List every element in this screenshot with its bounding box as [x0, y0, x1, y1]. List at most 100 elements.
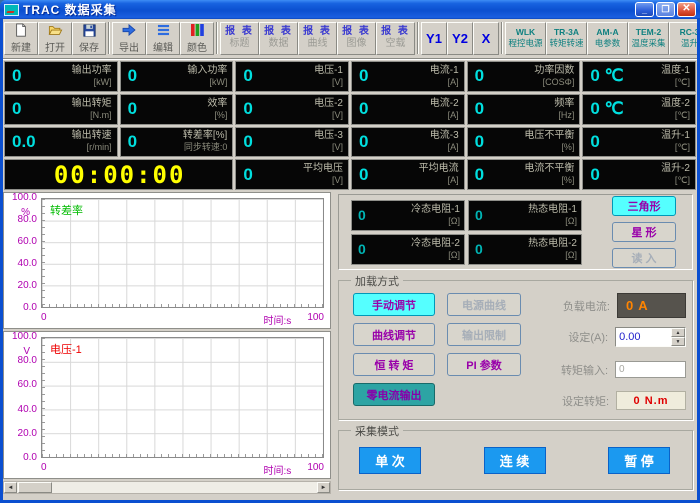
device-button-line1: TEM-2 [636, 27, 662, 38]
device-button-4[interactable]: TEM-2温度采集 [628, 22, 669, 55]
new-button[interactable]: 新建 [4, 22, 38, 55]
device-button-2[interactable]: TR-3A转矩转速 [546, 22, 587, 55]
meter-cell: 0电压-3[V] [235, 127, 349, 158]
report-button-5[interactable]: 报 表空载 [376, 22, 415, 55]
meter-unit: [r/min] [72, 142, 112, 153]
load-current-row: 负载电流: 0 A [543, 293, 686, 318]
loading-group-title: 加载方式 [351, 273, 403, 289]
loading-aux-button-3[interactable]: PI 参数 [447, 353, 521, 376]
right-panel: 0冷态电阻-1[Ω]0热态电阻-1[Ω]0冷态电阻-2[Ω]0热态电阻-2[Ω]… [332, 192, 697, 492]
loading-mode-button-1[interactable]: 手动调节 [353, 293, 435, 316]
open-folder-icon [48, 23, 63, 38]
export-button[interactable]: 导出 [112, 22, 146, 55]
series-legend: 电压-1 [50, 341, 82, 357]
meter-label: 输出转矩 [72, 98, 112, 110]
device-button-group: WLK程控电源TR-3A转矩转速AM-A电参数TEM-2温度采集RC-3温升 [505, 22, 697, 55]
meter-value: 0 [475, 66, 484, 86]
x-tick-start: 0 [41, 462, 47, 476]
device-button-line2: 转矩转速 [549, 38, 583, 49]
report-button-2[interactable]: 报 表数据 [259, 22, 298, 55]
color-button[interactable]: 颜色 [180, 22, 214, 55]
report-button-line2: 图像 [347, 38, 367, 51]
meter-unit: [Hz] [554, 110, 574, 121]
meter-unit: [COSΦ] [534, 77, 574, 88]
resistance-button-2[interactable]: 星 形 [612, 222, 676, 242]
collection-button-2[interactable]: 连 续 [484, 447, 546, 474]
device-button-3[interactable]: AM-A电参数 [587, 22, 628, 55]
minimize-icon[interactable]: _ [635, 2, 654, 17]
window-title: TRAC 数据采集 [23, 1, 117, 18]
set-current-spinner[interactable]: 0.00 ▲ ▼ [615, 327, 686, 347]
report-button-1[interactable]: 报 表标题 [220, 22, 259, 55]
set-current-value[interactable]: 0.00 [616, 328, 671, 346]
save-button[interactable]: 保存 [72, 22, 106, 55]
report-button-line2: 数据 [269, 38, 289, 51]
loading-aux-buttons: 电源曲线输出限制PI 参数 [447, 293, 521, 376]
resistance-value: 0 [475, 241, 483, 257]
report-button-group: 报 表标题报 表数据报 表曲线报 表图像报 表空载 [220, 22, 415, 55]
torque-input-field[interactable]: 0 [615, 361, 686, 378]
spinner-down-icon[interactable]: ▼ [671, 337, 685, 346]
x-tick-end: 100 [307, 462, 324, 476]
device-button-5[interactable]: RC-3温升 [669, 22, 697, 55]
loading-mode-button-4[interactable]: 零电流输出 [353, 383, 435, 406]
set-current-label: 设定(A): [543, 329, 608, 345]
meter-label: 电流-3 [430, 130, 459, 142]
axis-button-x[interactable]: X [473, 22, 499, 55]
loading-mode-button-2[interactable]: 曲线调节 [353, 323, 435, 346]
report-button-3[interactable]: 报 表曲线 [298, 22, 337, 55]
meter-label: 温升-2 [661, 163, 690, 175]
resistance-grid: 0冷态电阻-1[Ω]0热态电阻-1[Ω]0冷态电阻-2[Ω]0热态电阻-2[Ω] [351, 200, 582, 265]
report-button-line1: 报 表 [342, 26, 371, 39]
resistance-button-1[interactable]: 三角形 [612, 196, 676, 216]
meter-label: 效率 [207, 98, 227, 110]
scrollbar-thumb[interactable] [18, 482, 52, 493]
meter-cell: 0 频率[Hz] [467, 94, 581, 125]
meter-label-block: 输出功率[kW] [72, 65, 112, 88]
meter-value: 0 [475, 99, 484, 119]
restore-icon[interactable]: ❐ [656, 2, 675, 17]
color-button-label: 颜色 [187, 39, 207, 54]
close-icon[interactable]: ✕ [677, 2, 696, 17]
resistance-value: 0 [358, 207, 366, 223]
meter-value: 0 [128, 132, 137, 152]
meter-value: 0 [12, 99, 21, 119]
axis-button-y1[interactable]: Y1 [421, 22, 447, 55]
meter-cell: 0输入功率[kW] [120, 61, 234, 92]
resistance-buttons: 三角形星 形读 入 [612, 196, 676, 268]
open-button[interactable]: 打开 [38, 22, 72, 55]
meter-label-block: 电流不平衡[%] [524, 163, 574, 186]
device-button-line2: 电参数 [595, 38, 621, 49]
meter-cell: 0.0输出转速[r/min] [4, 127, 118, 158]
edit-button[interactable]: 编辑 [146, 22, 180, 55]
meter-label-block: 平均电流[A] [419, 163, 459, 186]
device-button-1[interactable]: WLK程控电源 [505, 22, 546, 55]
scroll-left-icon[interactable]: ◄ [4, 482, 17, 493]
meter-cell: 0电压-2[V] [235, 94, 349, 125]
collection-button-3[interactable]: 暂 停 [608, 447, 670, 474]
report-button-line1: 报 表 [225, 26, 254, 39]
export-button-label: 导出 [119, 39, 139, 54]
x-tick-end: 100 [307, 312, 324, 326]
y-axis: V 100.080.060.040.020.00.0 [4, 337, 40, 458]
toolbar-separator [501, 22, 503, 54]
meter-label-block: 温度-2[℃] [661, 98, 690, 121]
collection-button-1[interactable]: 单 次 [359, 447, 421, 474]
axis-button-y2[interactable]: Y2 [447, 22, 473, 55]
meter-cell: 0电压-1[V] [235, 61, 349, 92]
meter-label: 频率 [554, 98, 574, 110]
x-axis-label: 时间:s [264, 462, 292, 476]
chart-scrollbar[interactable]: ◄ ► [3, 481, 331, 494]
spinner-up-icon[interactable]: ▲ [671, 328, 685, 337]
resistance-cell: 0冷态电阻-1[Ω] [351, 200, 465, 231]
loading-mode-button-3[interactable]: 恒 转 矩 [353, 353, 435, 376]
colors-icon [191, 23, 204, 38]
meter-label-block: 温度-1[℃] [661, 65, 690, 88]
scroll-right-icon[interactable]: ► [317, 482, 330, 493]
meter-value: 0 [243, 99, 252, 119]
y-tick-label: 40.0 [18, 258, 37, 269]
app-icon [4, 4, 19, 16]
meter-value: 0 [590, 132, 599, 152]
resistance-cell: 0冷态电阻-2[Ω] [351, 234, 465, 265]
report-button-4[interactable]: 报 表图像 [337, 22, 376, 55]
